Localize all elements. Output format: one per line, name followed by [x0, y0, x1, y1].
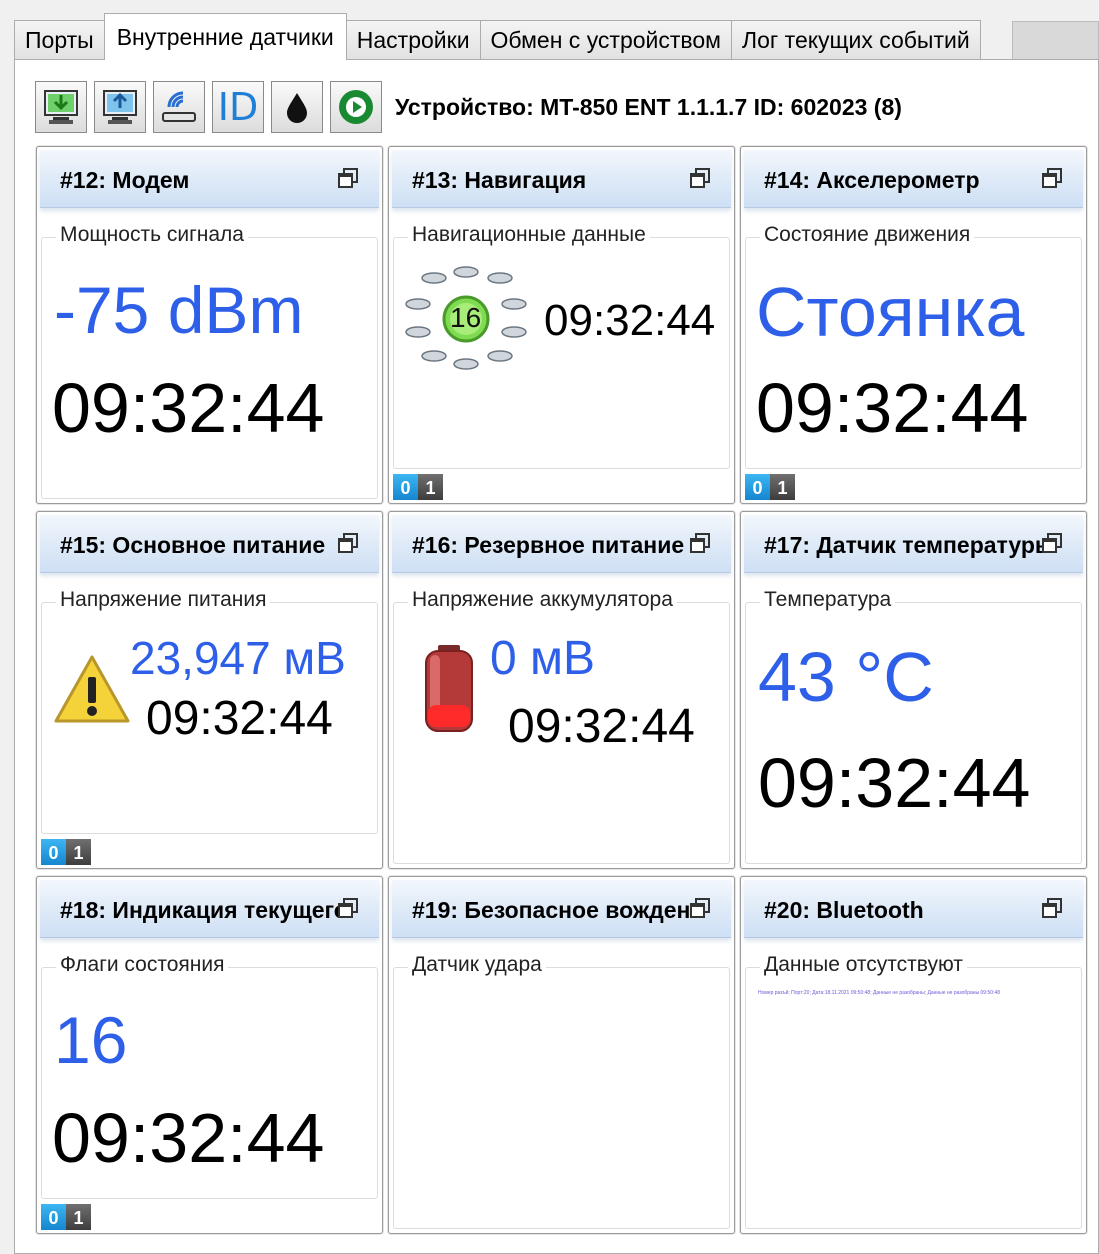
card-header: #14: Акселерометр — [744, 150, 1083, 208]
group-box: Напряжение аккумулятора 0 мВ 09:32:44 — [393, 588, 730, 864]
sensor-card-main-power: #15: Основное питание Напряжение питания… — [36, 511, 383, 869]
download-button[interactable] — [35, 81, 87, 133]
sensor-card-bluetooth: #20: Bluetooth Данные отсутствуют Номер … — [740, 876, 1087, 1234]
tab-ports[interactable]: Порты — [14, 20, 105, 60]
toolbar: ID Устройство: MT-850 ENT 1.1.1.7 ID: 60… — [35, 80, 902, 134]
sensor-card-temperature: #17: Датчик температуры Температура 43 °… — [740, 511, 1087, 869]
tab-device-exchange[interactable]: Обмен с устройством — [479, 20, 732, 60]
status-badge: 01 — [393, 474, 443, 500]
group-label: Датчик удара — [408, 953, 546, 977]
tab-strip-filler — [1012, 21, 1099, 60]
restore-icon[interactable] — [1041, 897, 1063, 919]
satellite-count: 16 — [450, 302, 482, 333]
raw-data-text: Номер разъй; Порт:20; Дата:18.11.2021 09… — [758, 990, 1000, 996]
sensor-card-navigation: #13: Навигация Навигационные данные 16 0… — [388, 146, 735, 504]
tab-bar: Порты Внутренние датчики Настройки Обмен… — [14, 13, 981, 60]
flags-value: 16 — [54, 1003, 128, 1077]
card-header: #13: Навигация — [392, 150, 731, 208]
card-title: #17: Датчик температуры — [764, 532, 1054, 558]
status-badge: 01 — [41, 839, 91, 865]
group-label: Напряжение аккумулятора — [408, 588, 677, 612]
group-label: Напряжение питания — [56, 588, 271, 612]
wireless-icon — [162, 91, 196, 122]
restore-icon[interactable] — [337, 532, 359, 554]
battery-icon — [425, 645, 473, 732]
card-title: #14: Акселерометр — [764, 167, 980, 193]
drop-icon — [287, 93, 307, 123]
timestamp: 09:32:44 — [146, 692, 333, 745]
upload-button[interactable] — [94, 81, 146, 133]
group-label: Состояние движения — [760, 223, 975, 247]
tab-internal-sensors[interactable]: Внутренние датчики — [103, 13, 347, 60]
group-label: Температура — [760, 588, 896, 612]
timestamp: 09:32:44 — [758, 744, 1031, 822]
sensor-card-indication: #18: Индикация текущего Флаги состояния … — [36, 876, 383, 1234]
group-label: Навигационные данные — [408, 223, 650, 247]
warning-icon — [54, 655, 130, 723]
restore-icon[interactable] — [1041, 532, 1063, 554]
temperature-value: 43 °C — [758, 638, 934, 716]
id-button[interactable]: ID — [212, 81, 264, 133]
voltage-value: 23,947 мВ — [130, 632, 346, 684]
restore-icon[interactable] — [337, 167, 359, 189]
card-header: #20: Bluetooth — [744, 880, 1083, 938]
download-icon — [44, 90, 78, 124]
group-box: Мощность сигнала -75 dBm 09:32:44 — [41, 223, 378, 499]
group-box: Состояние движения Стоянка 09:32:44 — [745, 223, 1082, 469]
group-box: Напряжение питания 23,947 мВ 09:32:44 — [41, 588, 378, 834]
status-badge: 01 — [745, 474, 795, 500]
group-box: Данные отсутствуют Номер разъй; Порт:20;… — [745, 953, 1082, 1229]
sensors-panel: ID Устройство: MT-850 ENT 1.1.1.7 ID: 60… — [14, 59, 1099, 1254]
timestamp: 09:32:44 — [52, 369, 325, 447]
device-info: Устройство: MT-850 ENT 1.1.1.7 ID: 60202… — [395, 93, 902, 120]
group-label: Данные отсутствуют — [760, 953, 967, 977]
tab-settings[interactable]: Настройки — [345, 20, 481, 60]
play-button[interactable] — [330, 81, 382, 133]
restore-icon[interactable] — [689, 167, 711, 189]
timestamp: 09:32:44 — [508, 700, 695, 753]
group-box: Датчик удара — [393, 953, 730, 1229]
wireless-button[interactable] — [153, 81, 205, 133]
status-badge: 01 — [41, 1204, 91, 1230]
timestamp: 09:32:44 — [756, 369, 1029, 447]
restore-icon[interactable] — [337, 897, 359, 919]
card-header: #16: Резервное питание — [392, 515, 731, 573]
card-title: #20: Bluetooth — [764, 897, 924, 923]
card-header: #17: Датчик температуры — [744, 515, 1083, 573]
sensor-card-accelerometer: #14: Акселерометр Состояние движения Сто… — [740, 146, 1087, 504]
group-box: Температура 43 °C 09:32:44 — [745, 588, 1082, 864]
motion-state: Стоянка — [756, 273, 1025, 351]
tab-event-log[interactable]: Лог текущих событий — [731, 20, 981, 60]
card-header: #12: Модем — [40, 150, 379, 208]
restore-icon[interactable] — [689, 897, 711, 919]
card-title: #19: Безопасное вождение — [412, 897, 702, 923]
signal-value: -75 dBm — [54, 273, 304, 347]
card-title: #12: Модем — [60, 167, 190, 193]
card-title: #15: Основное питание — [60, 532, 326, 558]
sensor-card-reserve-power: #16: Резервное питание Напряжение аккуму… — [388, 511, 735, 869]
card-header: #19: Безопасное вождение — [392, 880, 731, 938]
group-box: Флаги состояния 16 09:32:44 — [41, 953, 378, 1199]
card-title: #18: Индикация текущего — [60, 897, 348, 923]
drop-button[interactable] — [271, 81, 323, 133]
sensor-card-modem: #12: Модем Мощность сигнала -75 dBm 09:3… — [36, 146, 383, 504]
card-title: #13: Навигация — [412, 167, 587, 193]
timestamp: 09:32:44 — [544, 296, 716, 345]
restore-icon[interactable] — [1041, 167, 1063, 189]
id-icon: ID — [217, 85, 259, 129]
group-label: Флаги состояния — [56, 953, 229, 977]
upload-icon — [103, 90, 137, 124]
timestamp: 09:32:44 — [52, 1099, 325, 1177]
card-header: #15: Основное питание — [40, 515, 379, 573]
restore-icon[interactable] — [689, 532, 711, 554]
group-label: Мощность сигнала — [56, 223, 248, 247]
card-title: #16: Резервное питание — [412, 532, 685, 558]
group-box: Навигационные данные 16 09:32:44 — [393, 223, 730, 469]
card-header: #18: Индикация текущего — [40, 880, 379, 938]
play-icon — [339, 90, 373, 124]
battery-voltage: 0 мВ — [490, 632, 596, 685]
sensor-card-safe-driving: #19: Безопасное вождение Датчик удара — [388, 876, 735, 1234]
